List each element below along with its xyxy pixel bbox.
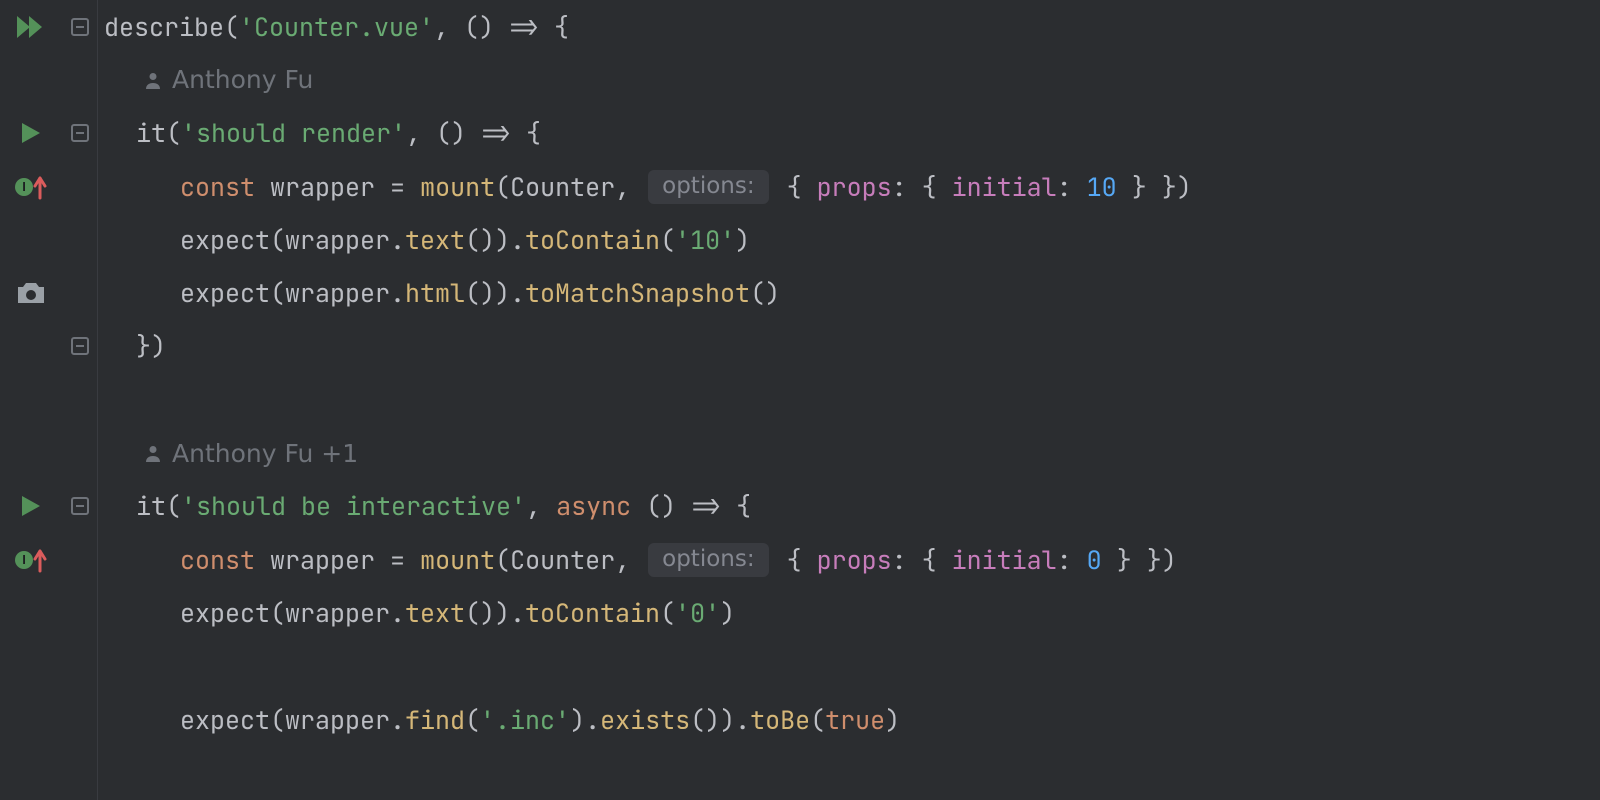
code-line[interactable]: expect(wrapper.html()).toMatchSnapshot()	[98, 266, 1600, 319]
inlay-hint: options:	[648, 170, 768, 204]
run-all-icon[interactable]	[16, 14, 46, 40]
svg-text:I: I	[22, 179, 26, 194]
user-icon	[144, 444, 162, 462]
fold-toggle-icon[interactable]	[71, 18, 89, 36]
svg-text:I: I	[22, 552, 26, 567]
code-line[interactable]	[98, 373, 1600, 426]
code-line[interactable]: expect(wrapper.find('.inc').exists()).to…	[98, 693, 1600, 746]
code-area[interactable]: describe('Counter.vue', () => { Anthony …	[98, 0, 1600, 800]
fold-gutter	[62, 0, 98, 800]
run-test-icon[interactable]	[20, 494, 42, 518]
code-line[interactable]	[98, 640, 1600, 693]
fold-toggle-icon[interactable]	[71, 497, 89, 515]
vcs-author-hint[interactable]: Anthony Fu	[98, 53, 1600, 106]
run-test-icon[interactable]	[20, 121, 42, 145]
diff-up-icon[interactable]: I	[14, 174, 48, 200]
code-editor[interactable]: I I	[0, 0, 1600, 800]
fold-toggle-icon[interactable]	[71, 124, 89, 142]
fold-toggle-icon[interactable]	[71, 337, 89, 355]
code-line[interactable]: expect(wrapper.text()).toContain('10')	[98, 213, 1600, 266]
vcs-author-hint[interactable]: Anthony Fu +1	[98, 426, 1600, 479]
identifier: describe	[104, 10, 224, 44]
code-line[interactable]: const wrapper = mount(Counter, options: …	[98, 160, 1600, 213]
inlay-hint: options:	[648, 543, 768, 577]
code-line[interactable]: })	[98, 320, 1600, 373]
user-icon	[144, 71, 162, 89]
snapshot-icon[interactable]	[16, 281, 46, 305]
string-literal: 'Counter.vue'	[239, 10, 434, 44]
gutter: I I	[0, 0, 62, 800]
vcs-author-name: Anthony Fu	[172, 65, 313, 94]
diff-up-icon[interactable]: I	[14, 547, 48, 573]
code-line[interactable]: it('should be interactive', async () => …	[98, 480, 1600, 533]
vcs-author-name: Anthony Fu +1	[172, 439, 358, 468]
code-line[interactable]: it('should render', () => {	[98, 107, 1600, 160]
code-line[interactable]: const wrapper = mount(Counter, options: …	[98, 533, 1600, 586]
code-line[interactable]: expect(wrapper.text()).toContain('0')	[98, 586, 1600, 639]
code-line[interactable]: describe('Counter.vue', () => {	[98, 0, 1600, 53]
